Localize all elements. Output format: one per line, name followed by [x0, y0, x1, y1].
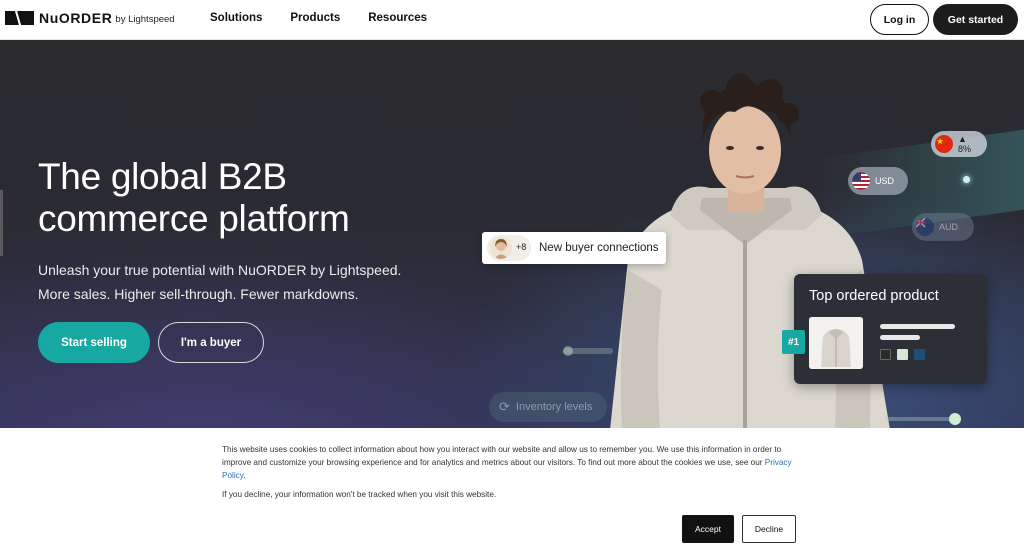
- usd-label: USD: [875, 176, 895, 186]
- nav-solutions[interactable]: Solutions: [210, 12, 262, 24]
- headline-line-2: commerce platform: [38, 198, 350, 239]
- im-a-buyer-button[interactable]: I'm a buyer: [158, 322, 264, 363]
- decline-button[interactable]: Decline: [742, 515, 796, 543]
- china-flag-icon: [935, 135, 953, 153]
- avatar-group: +8: [487, 235, 531, 261]
- headline-line-1: The global B2B: [38, 156, 287, 197]
- jacket-thumbnail-image: [809, 317, 863, 369]
- hero-section: The global B2B commerce platform Unleash…: [0, 40, 1024, 428]
- cookie-banner: This website uses cookies to collect inf…: [0, 428, 1024, 544]
- side-tab-handle[interactable]: [0, 190, 3, 256]
- australia-flag-icon: [916, 218, 934, 236]
- aud-label: AUD: [939, 222, 959, 232]
- decorative-slider-track-2: [885, 417, 955, 421]
- nav-products[interactable]: Products: [290, 12, 340, 24]
- get-started-button[interactable]: Get started: [933, 4, 1018, 35]
- swatch-black: [880, 349, 891, 360]
- cookie-message-text: This website uses cookies to collect inf…: [222, 445, 782, 467]
- logo-mark-icon: [5, 11, 34, 25]
- buyer-avatar: [490, 237, 512, 259]
- connections-label: New buyer connections: [539, 242, 659, 254]
- decorative-slider-knob: [563, 346, 573, 356]
- new-buyer-connections-card: +8 New buyer connections: [482, 232, 666, 264]
- inventory-label: Inventory levels: [515, 401, 593, 413]
- top-ordered-product-card: Top ordered product: [794, 274, 987, 384]
- hero-headline: The global B2B commerce platform: [38, 156, 458, 240]
- site-header: NuORDER by Lightspeed Solutions Products…: [0, 0, 1024, 40]
- start-selling-button[interactable]: Start selling: [38, 322, 150, 363]
- cookie-decline-note: If you decline, your information won't b…: [222, 490, 497, 499]
- login-button[interactable]: Log in: [870, 4, 929, 35]
- cookie-message-end: .: [243, 471, 246, 480]
- usd-currency-pill: USD: [848, 167, 908, 195]
- cn-growth-pill: ▲ 8%: [931, 131, 987, 157]
- product-card-title: Top ordered product: [809, 288, 939, 304]
- product-text-placeholder-2: [880, 335, 920, 340]
- decorative-slider-knob-2: [949, 413, 961, 425]
- inventory-levels-pill: ⟳ Inventory levels: [489, 392, 607, 422]
- accept-button[interactable]: Accept: [682, 515, 734, 543]
- nav-resources[interactable]: Resources: [368, 12, 427, 24]
- hero-subtitle-1: Unleash your true potential with NuORDER…: [38, 262, 402, 278]
- main-nav: Solutions Products Resources: [210, 12, 455, 24]
- cookie-message: This website uses cookies to collect inf…: [222, 443, 806, 482]
- rank-badge: #1: [782, 330, 805, 354]
- logo-wordmark: NuORDER: [39, 10, 113, 26]
- swatch-mint: [897, 349, 908, 360]
- product-text-placeholder-1: [880, 324, 955, 329]
- swatch-navy: [914, 349, 925, 360]
- aud-currency-pill: AUD: [912, 213, 974, 241]
- us-flag-icon: [852, 172, 870, 190]
- cn-change-label: ▲ 8%: [958, 134, 972, 154]
- nuorder-logo[interactable]: NuORDER by Lightspeed: [5, 10, 175, 26]
- logo-subtitle: by Lightspeed: [115, 13, 175, 25]
- refresh-icon: ⟳: [499, 399, 510, 414]
- chart-point-dot: [963, 176, 970, 183]
- hero-subtitle-2: More sales. Higher sell-through. Fewer m…: [38, 286, 359, 302]
- connections-count: +8: [516, 242, 527, 252]
